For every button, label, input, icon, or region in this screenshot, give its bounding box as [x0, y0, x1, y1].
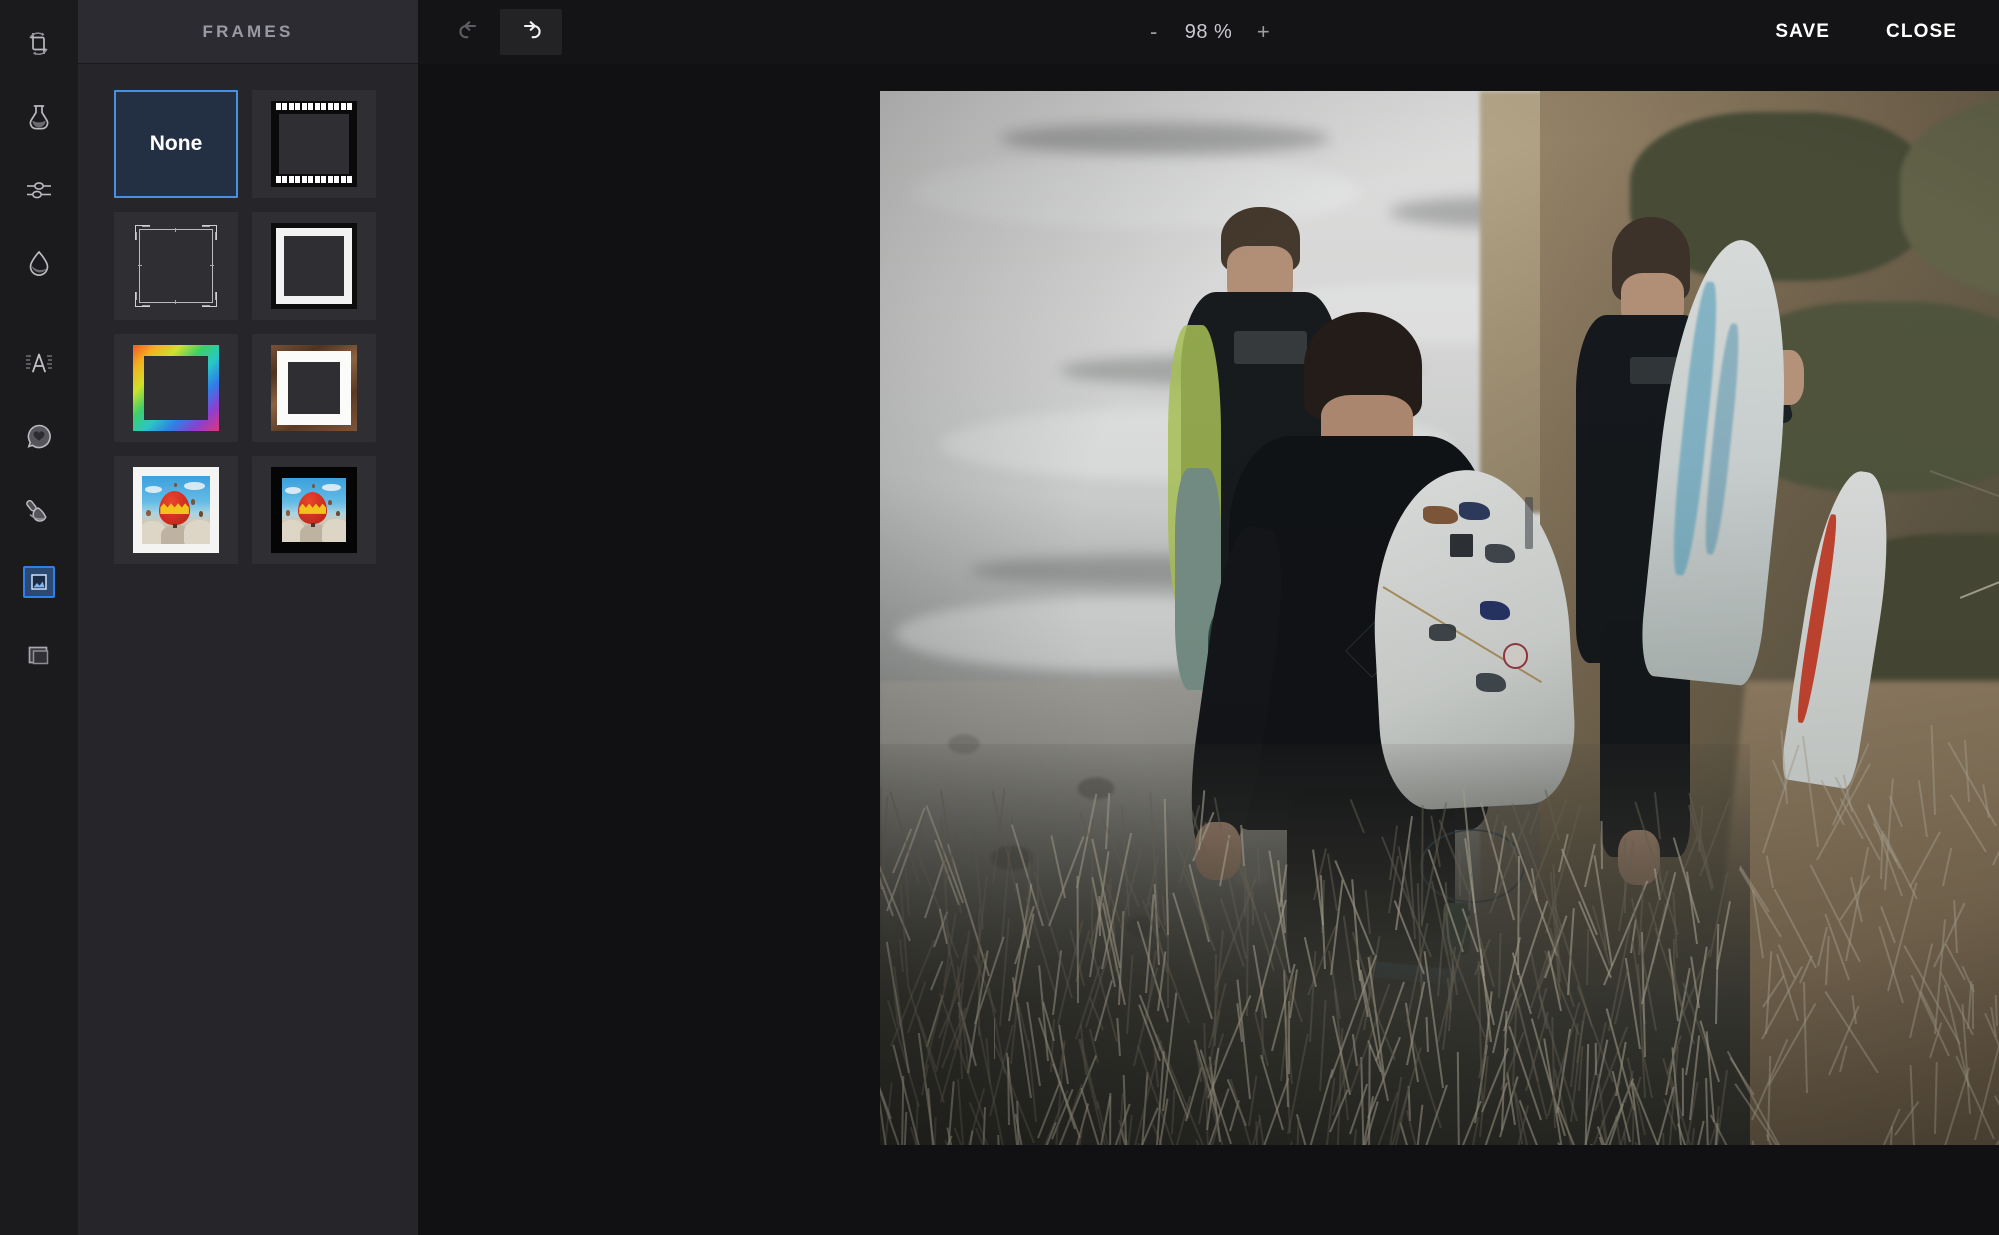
frames-tool[interactable] — [9, 552, 69, 612]
frame-thumb-ornate — [133, 223, 219, 309]
flask-effects-icon — [29, 105, 49, 130]
sticker-icon — [27, 424, 51, 449]
tool-rail — [0, 0, 78, 1235]
effects-tool[interactable] — [9, 87, 69, 147]
panel-title: FRAMES — [202, 21, 294, 41]
history-controls — [438, 9, 562, 55]
frames-panel: FRAMES None — [78, 0, 418, 1235]
sliders-adjust-icon — [27, 182, 51, 199]
photo-editor-app: FRAMES None - 98 % + SAVE CLOSE — [0, 0, 1999, 1235]
adjust-tool[interactable] — [9, 160, 69, 220]
border-icon — [28, 646, 49, 665]
frame-thumb-polaroid — [133, 467, 219, 553]
frame-option-rainbow[interactable] — [114, 334, 238, 442]
frame-option-wood[interactable] — [252, 334, 376, 442]
zoom-out-button[interactable]: - — [1143, 21, 1165, 43]
top-toolbar: - 98 % + SAVE CLOSE — [418, 0, 1999, 64]
image-canvas[interactable] — [880, 91, 1999, 1145]
frame-option-film[interactable] — [252, 90, 376, 198]
crop-rotate-icon — [29, 32, 48, 56]
redo-button[interactable] — [500, 9, 562, 55]
frame-option-blackframe[interactable] — [252, 456, 376, 564]
crop-rotate-tool[interactable] — [9, 14, 69, 74]
frame-thumb-rainbow — [133, 345, 219, 431]
frame-thumb-blackframe — [271, 467, 357, 553]
frame-option-none[interactable]: None — [114, 90, 238, 198]
close-button[interactable]: CLOSE — [1886, 21, 1957, 43]
text-tool[interactable] — [9, 333, 69, 393]
redo-arrow-icon — [523, 21, 541, 39]
frame-thumb-white — [271, 223, 357, 309]
zoom-level-value: 98 % — [1184, 20, 1233, 43]
frames-grid: None — [78, 64, 418, 564]
canvas-area: - 98 % + SAVE CLOSE — [418, 0, 1999, 1235]
text-icon — [26, 353, 52, 373]
border-tool[interactable] — [9, 625, 69, 685]
undo-arrow-icon — [459, 21, 477, 39]
brush-icon — [26, 499, 47, 522]
retouch-tool[interactable] — [9, 233, 69, 293]
panel-header: FRAMES — [78, 0, 418, 64]
frame-thumb-film — [271, 101, 357, 187]
zoom-control: - 98 % + — [418, 0, 1999, 64]
undo-button[interactable] — [438, 9, 500, 55]
frame-option-polaroid[interactable] — [114, 456, 238, 564]
droplet-retouch-icon — [29, 250, 49, 276]
frames-icon — [31, 574, 47, 590]
frame-thumb-wood — [271, 345, 357, 431]
zoom-in-button[interactable]: + — [1252, 21, 1274, 43]
sticker-tool[interactable] — [9, 406, 69, 466]
brush-tool[interactable] — [9, 479, 69, 539]
frame-none-label: None — [149, 132, 203, 155]
action-buttons: SAVE CLOSE — [1775, 0, 1957, 64]
frame-option-white[interactable] — [252, 212, 376, 320]
frame-option-ornate[interactable] — [114, 212, 238, 320]
save-button[interactable]: SAVE — [1775, 21, 1830, 43]
edited-photo — [880, 91, 1999, 1145]
